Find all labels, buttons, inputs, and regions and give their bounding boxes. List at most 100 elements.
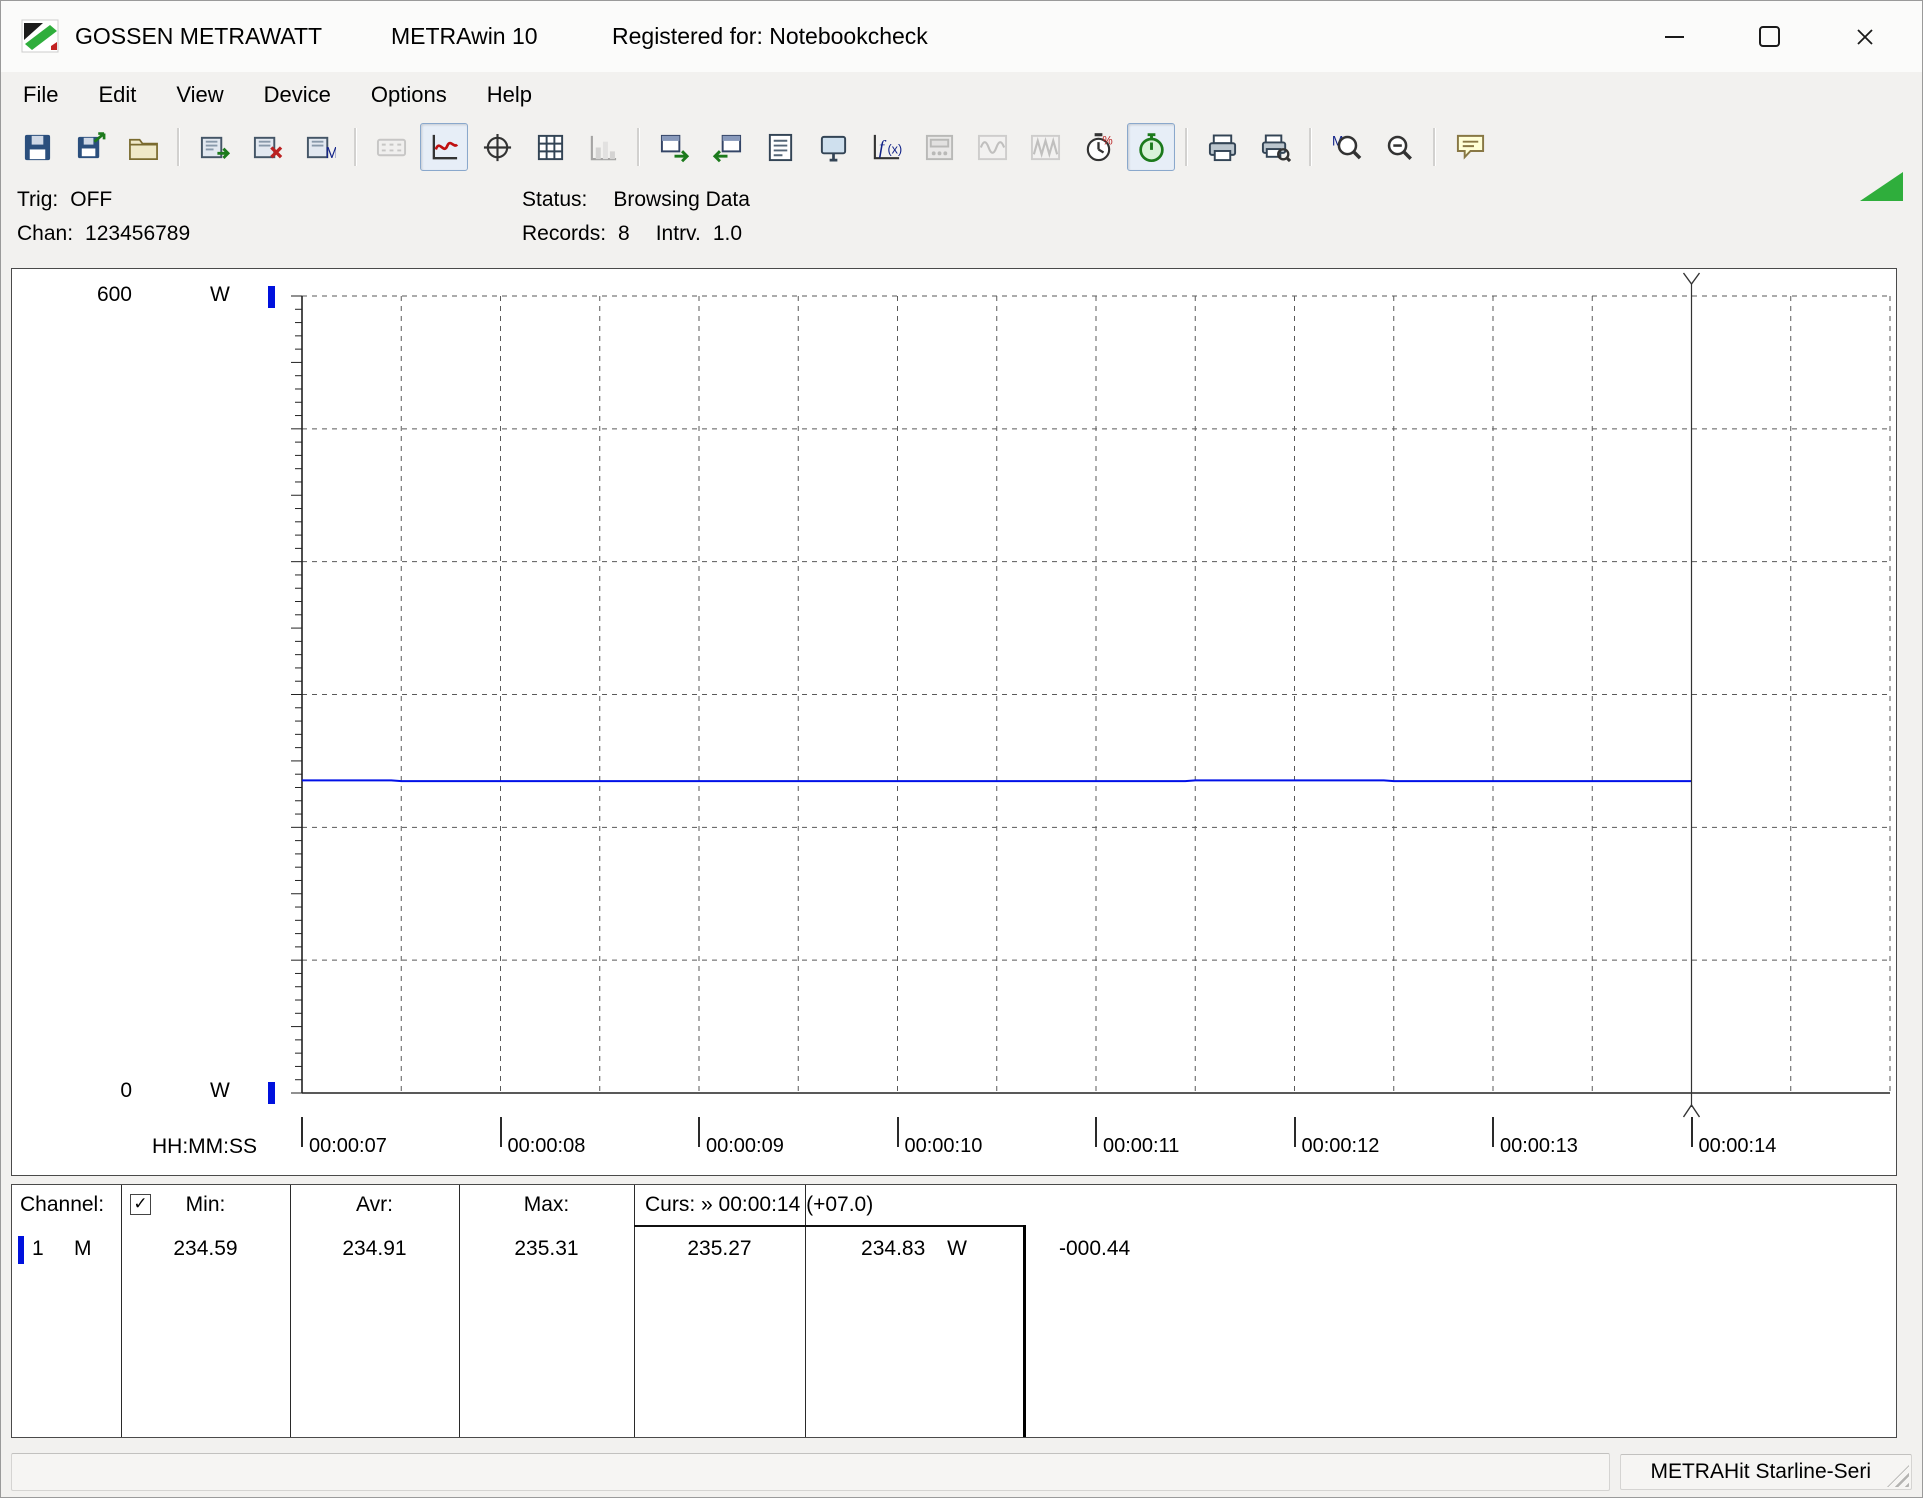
open-button[interactable] [119,123,167,171]
menu-device[interactable]: Device [248,77,347,113]
zoom-out-icon [1384,132,1415,163]
statusbar-device-panel: METRAHit Starline-Seri [1620,1454,1912,1490]
brand-title: GOSSEN METRAWATT [75,23,322,50]
trigger-channel-info: Trig:OFF Chan:123456789 [17,183,190,251]
stopwatch-icon [1136,132,1167,163]
statusbar-message-area [11,1453,1610,1491]
yt-chart-button[interactable] [420,123,468,171]
channel-axis-handle-top[interactable] [268,286,275,308]
yt-chart-icon [429,132,460,163]
y-axis-max-unit: W [210,283,230,307]
status-label: Status: [522,188,587,211]
x-tick-mark [1691,1117,1693,1147]
floppy-export-icon [75,132,106,163]
bar-graph-button [579,123,627,171]
window-controls [1627,1,1912,72]
chan-value: 123456789 [85,222,190,245]
printer-icon [1207,132,1238,163]
column-divider [634,1185,635,1437]
send-to-device-button[interactable] [190,123,238,171]
toolbar-separator [1309,128,1312,166]
monitor-icon [818,132,849,163]
cell-min: 234.59 [121,1237,290,1261]
records-value: 8 [618,222,630,245]
x-tick-label: 00:00:12 [1302,1135,1380,1158]
formula-button[interactable]: f(x) [862,123,910,171]
folder-icon [128,132,159,163]
print-button[interactable] [1198,123,1246,171]
xy-chart-button[interactable] [473,123,521,171]
cell-max: 235.31 [459,1237,634,1261]
close-icon [1855,27,1875,47]
duty-cycle-button[interactable]: % [1074,123,1122,171]
svg-text:M: M [325,145,336,162]
export-window-button[interactable] [650,123,698,171]
zoom-window-button[interactable]: M [1322,123,1370,171]
chart-panel: 600 W 0 W HH:MM:SS 00:00:0700:00:0800:00… [11,268,1897,1176]
column-divider-thick [1023,1225,1026,1437]
read-device-memory-button[interactable]: M [296,123,344,171]
menu-help[interactable]: Help [471,77,548,113]
cell-cursor-a: 235.27 [634,1237,805,1261]
x-tick-label: 00:00:09 [706,1135,784,1158]
x-tick-mark [1294,1117,1296,1147]
menu-bar: File Edit View Device Options Help [1,72,1922,118]
toolbar: Mf(x)% M [1,118,1922,176]
trig-value: OFF [70,188,112,211]
status-bar: METRAHit Starline-Seri [1,1447,1922,1497]
maximize-button[interactable] [1722,1,1817,72]
formula-icon: f(x) [871,132,902,163]
x-axis-label: HH:MM:SS [152,1135,257,1159]
zoom-m-icon: M [1331,132,1362,163]
import-window-button[interactable] [703,123,751,171]
menu-view[interactable]: View [160,77,239,113]
data-table-button[interactable] [526,123,574,171]
column-divider [121,1185,122,1437]
menu-file[interactable]: File [7,77,74,113]
x-tick-label: 00:00:14 [1699,1135,1777,1158]
chart-plot[interactable] [12,269,1896,1175]
dense-wave-icon [1030,132,1061,163]
annotation-button[interactable] [1446,123,1494,171]
close-button[interactable] [1817,1,1912,72]
clear-device-memory-button[interactable] [243,123,291,171]
interval-label: Intrv. [656,222,701,245]
menu-edit[interactable]: Edit [82,77,152,113]
monitor-button[interactable] [809,123,857,171]
zoom-reset-button[interactable] [1375,123,1423,171]
interval-timer-button[interactable] [1127,123,1175,171]
status-value: Browsing Data [613,188,750,211]
bar-graph-icon [588,132,619,163]
save-button[interactable] [13,123,61,171]
channel-color-marker [18,1236,24,1264]
channel-axis-handle-bottom[interactable] [268,1082,275,1104]
print-preview-button[interactable] [1251,123,1299,171]
minimize-button[interactable] [1627,1,1722,72]
cell-avr: 234.91 [290,1237,459,1261]
device-name: METRAHit Starline-Seri [1650,1460,1871,1484]
measurement-table: Channel: Min: Avr: Max: Curs: » 00:00:14… [11,1184,1897,1438]
printer-preview-icon [1260,132,1291,163]
numeric-display-button [367,123,415,171]
y-axis-min-unit: W [210,1079,230,1103]
menu-options[interactable]: Options [355,77,463,113]
header-avr: Avr: [290,1193,459,1217]
protocol-button[interactable] [756,123,804,171]
cell-channel-number: 1 [32,1237,44,1261]
memory-card-export-icon [199,132,230,163]
header-min: Min: [121,1193,290,1217]
window-export-icon [659,132,690,163]
svg-text:(x): (x) [887,142,902,156]
save-export-button[interactable] [66,123,114,171]
column-divider [290,1185,291,1437]
x-tick-mark [1095,1117,1097,1147]
header-max: Max: [459,1193,634,1217]
svg-text:%: % [1102,134,1112,147]
title-bar: GOSSEN METRAWATT METRAwin 10 Registered … [1,1,1922,72]
resize-grip[interactable] [1887,1465,1909,1487]
cell-delta: -000.44 [1059,1237,1130,1261]
column-divider [805,1185,806,1437]
records-label: Records: [522,222,606,245]
column-divider [459,1185,460,1437]
header-cursor: Curs: » 00:00:14 (+07.0) [645,1193,873,1217]
